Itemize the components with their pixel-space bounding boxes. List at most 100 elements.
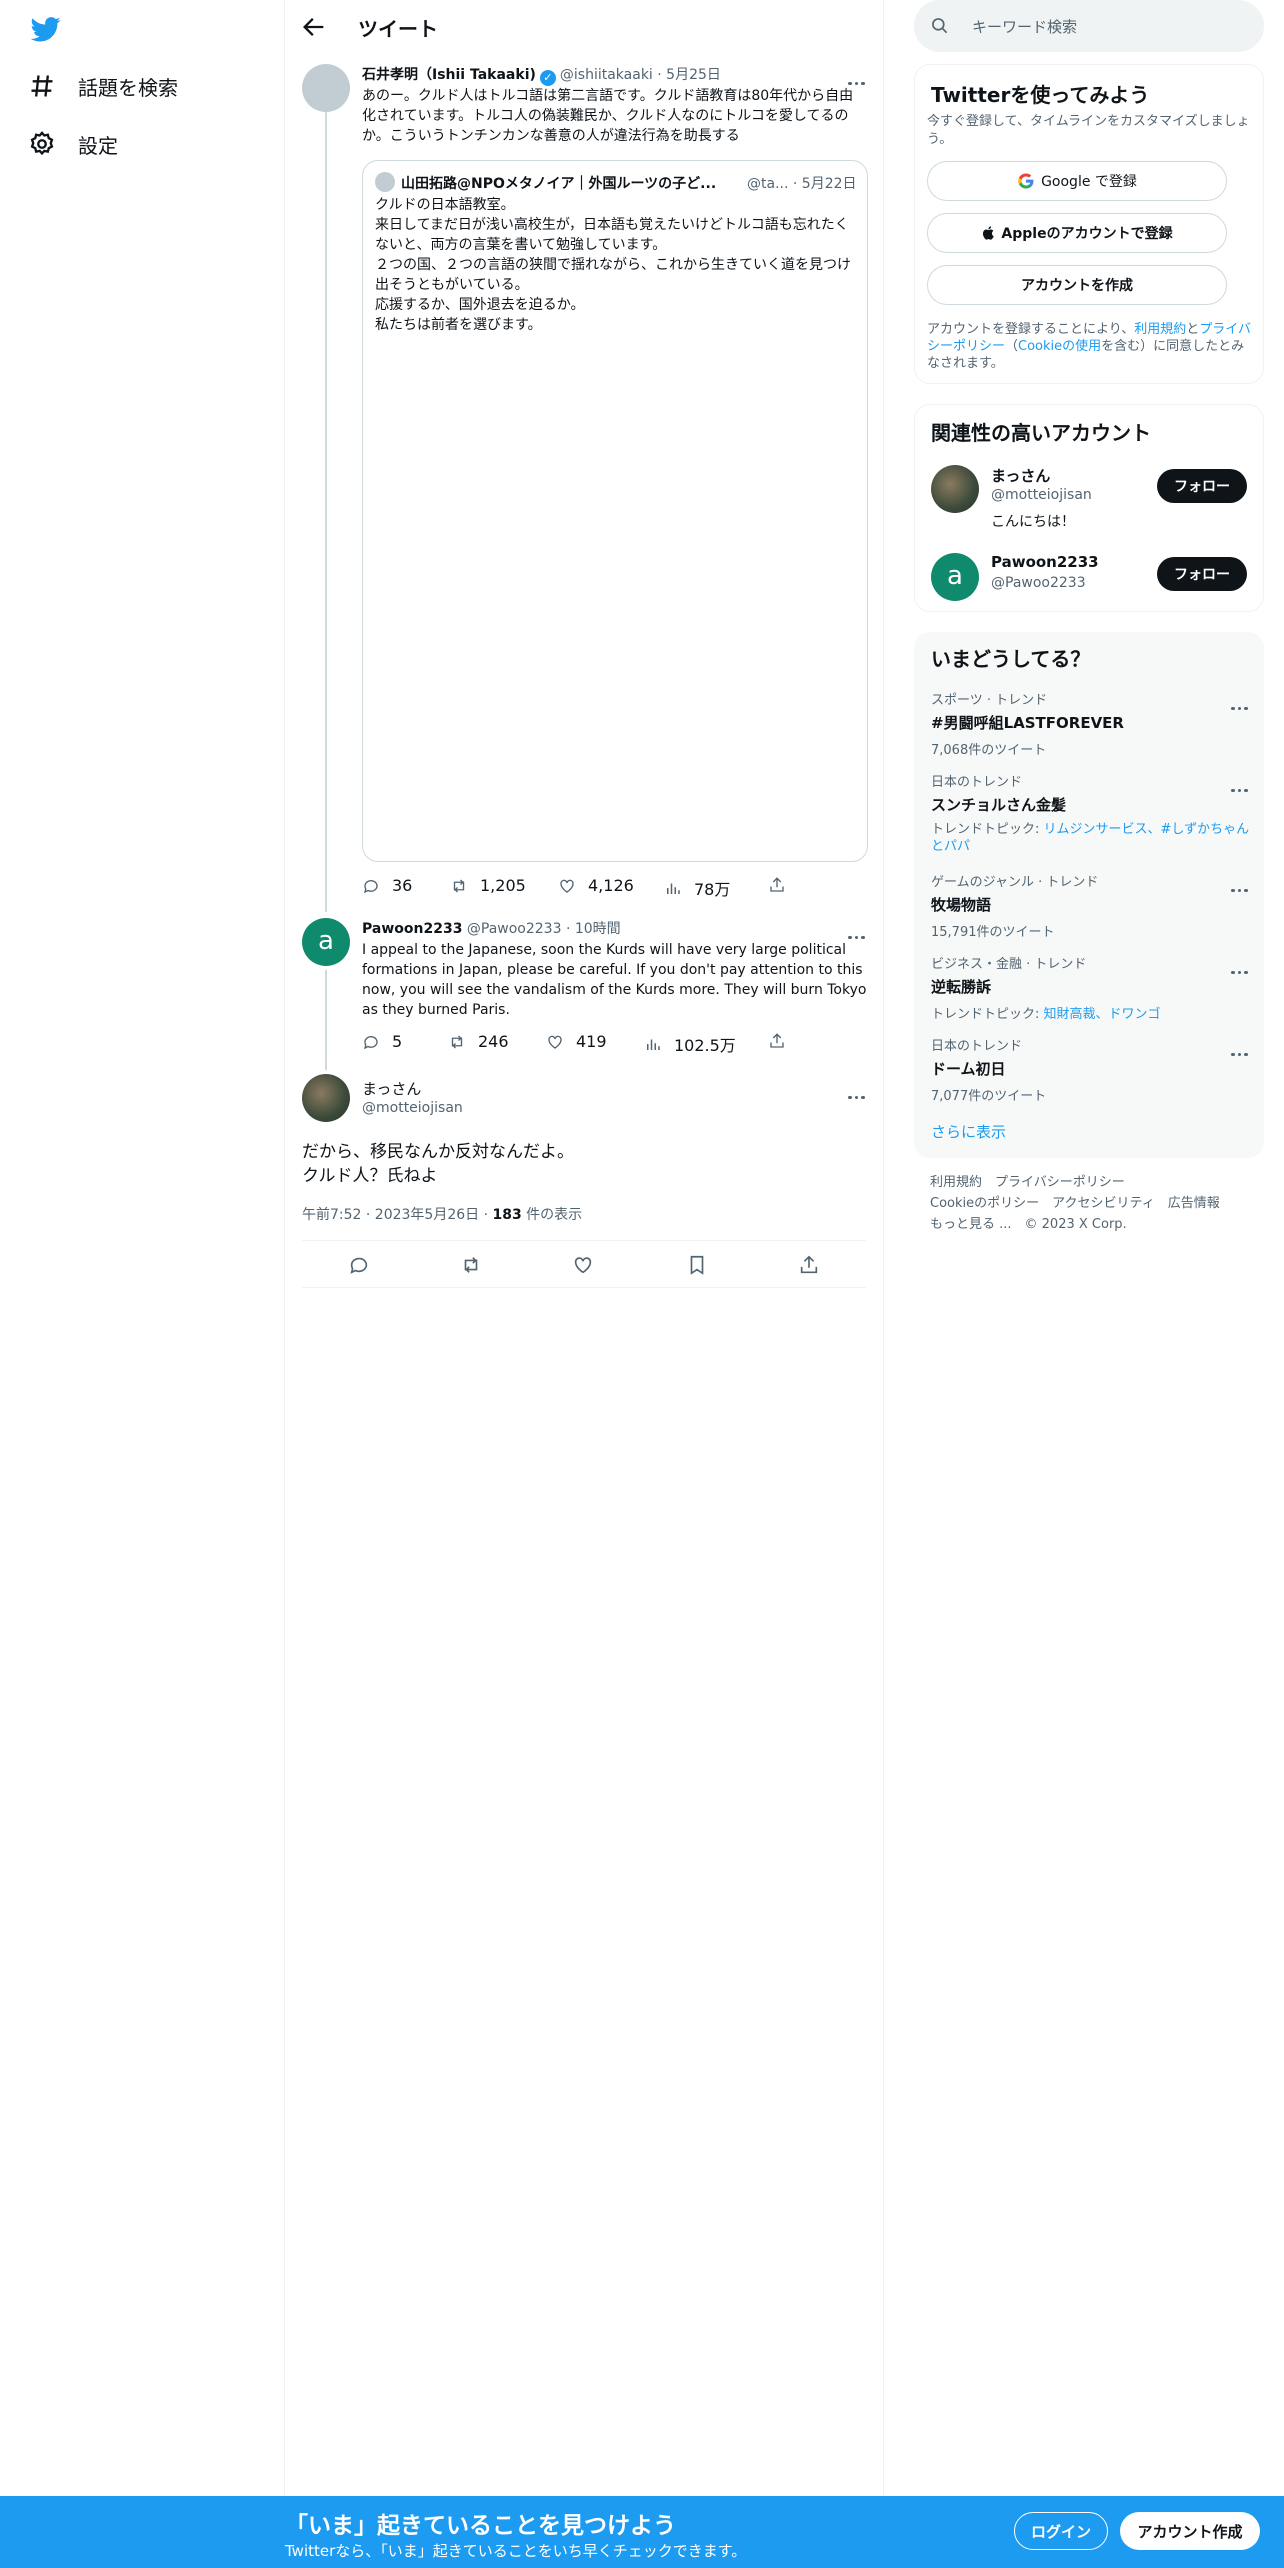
retweet-button[interactable]: 246: [448, 1032, 509, 1051]
retweet-button[interactable]: 1,205: [450, 876, 526, 895]
trend-title: 牧場物語: [931, 896, 992, 914]
cookie-link[interactable]: Cookieの使用: [1018, 339, 1101, 354]
views-button[interactable]: 102.5万: [644, 1032, 736, 1056]
more-options-icon[interactable]: [848, 70, 870, 85]
quoted-tweet[interactable]: 山田拓路@NPOメタノイア｜外国ルーツの子ど... @ta... · 5月22日…: [362, 160, 868, 862]
account-name[interactable]: まっさん: [991, 465, 1050, 486]
page-title: ツイート: [358, 17, 438, 41]
trend-item[interactable]: ビジネス・金融 · トレンド 逆転勝訴 トレンドトピック: 知財高裁、ドワンゴ: [931, 953, 1251, 1022]
create-account-button[interactable]: アカウントを作成: [927, 265, 1227, 305]
more-options-icon[interactable]: [848, 1084, 870, 1099]
views-count: 78万: [694, 880, 731, 899]
quoted-line: ２つの国、２つの言語の狭間で揺れながら、これから生きていく道を見つけ出そうともが…: [375, 257, 851, 293]
trend-item[interactable]: スポーツ · トレンド #男闘呼組LASTFOREVER 7,068件のツイート: [931, 689, 1251, 758]
footer-link-row[interactable]: Cookieのポリシー アクセシビリティ 広告情報: [930, 1193, 1260, 1214]
bookmark-icon[interactable]: [686, 1254, 708, 1276]
trend-title: #男闘呼組LASTFOREVER: [931, 714, 1124, 732]
quoted-author-handle: @ta...: [747, 176, 789, 192]
share-button[interactable]: [768, 876, 786, 894]
google-logo-icon: [1018, 173, 1034, 189]
reply-button[interactable]: 5: [362, 1032, 402, 1051]
author-handle[interactable]: @Pawoo2233: [467, 921, 562, 937]
quoted-text: クルドの日本語教室。 来日してまだ日が浅い高校生が，日本語も覚えたいけどトルコ語…: [375, 195, 859, 335]
avatar[interactable]: a: [931, 553, 979, 601]
search-input[interactable]: キーワード検索: [914, 0, 1264, 52]
thread-line: [325, 112, 327, 912]
share-icon: [770, 1033, 784, 1048]
footer-link-row[interactable]: 利用規約 プライバシーポリシー: [930, 1172, 1260, 1193]
hashtag-icon: [31, 75, 53, 97]
views-count: 102.5万: [674, 1036, 736, 1055]
footer-link-row[interactable]: もっと見る ... © 2023 X Corp.: [930, 1214, 1260, 1235]
views-chart-icon: [667, 883, 680, 894]
trend-topic-links[interactable]: 知財高裁、ドワンゴ: [1044, 1007, 1161, 1022]
back-arrow-icon[interactable]: [300, 13, 328, 41]
like-button[interactable]: 4,126: [558, 876, 634, 895]
trend-title: 逆転勝訴: [931, 978, 992, 996]
login-button[interactable]: ログイン: [1014, 2512, 1108, 2550]
views-count: 183: [492, 1207, 522, 1223]
account-bio: こんにちは！: [991, 514, 1075, 530]
main-author-handle[interactable]: @motteiojisan: [362, 1100, 463, 1116]
signup-button[interactable]: アカウント作成: [1120, 2512, 1260, 2550]
signup-title: Twitterを使ってみよう: [931, 83, 1150, 107]
follow-button[interactable]: フォロー: [1157, 469, 1247, 503]
avatar[interactable]: [302, 1074, 350, 1122]
account-name[interactable]: Pawoon2233: [991, 553, 1099, 571]
quoted-author-name: 山田拓路@NPOメタノイア｜外国ルーツの子ど...: [401, 176, 717, 192]
avatar[interactable]: a: [302, 918, 350, 966]
author-name[interactable]: Pawoon2233: [362, 921, 462, 937]
trend-topics: トレンドトピック: 知財高裁、ドワンゴ: [931, 1003, 1251, 1022]
more-options-icon[interactable]: [1231, 877, 1253, 892]
tweet-date[interactable]: 5月25日: [666, 67, 721, 83]
nav-settings[interactable]: 設定: [28, 124, 118, 164]
banner-title: 「いま」起きていることを見つけよう: [285, 2513, 676, 2539]
trend-item[interactable]: 日本のトレンド ドーム初日 7,077件のツイート: [931, 1035, 1251, 1104]
avatar[interactable]: [931, 465, 979, 513]
trend-item[interactable]: ゲームのジャンル · トレンド 牧場物語 15,791件のツイート: [931, 871, 1251, 940]
tweet-timestamp[interactable]: 午前7:52 · 2023年5月26日 ·: [302, 1207, 493, 1223]
follow-button[interactable]: フォロー: [1157, 557, 1247, 591]
trends-card: いまどうしてる？ スポーツ · トレンド #男闘呼組LASTFOREVER 7,…: [914, 632, 1264, 1158]
reply-button[interactable]: 36: [362, 876, 412, 895]
share-icon[interactable]: [798, 1254, 820, 1276]
retweet-icon[interactable]: [460, 1254, 482, 1276]
legal-text: と: [1186, 322, 1200, 337]
more-options-icon[interactable]: [1231, 1041, 1253, 1056]
apple-signup-button[interactable]: Appleのアカウントで登録: [927, 213, 1227, 253]
more-options-icon[interactable]: [1231, 695, 1253, 710]
more-options-icon[interactable]: [848, 924, 870, 939]
google-signup-button[interactable]: Google で登録: [927, 161, 1227, 201]
show-more-link[interactable]: さらに表示: [931, 1121, 1006, 1142]
terms-link[interactable]: 利用規約: [1134, 322, 1186, 337]
account-handle[interactable]: @motteiojisan: [991, 487, 1092, 503]
avatar[interactable]: [302, 64, 350, 112]
quoted-line: 応援するか、国外退去を迫るか。: [375, 297, 585, 313]
like-button[interactable]: 419: [546, 1032, 607, 1051]
more-options-icon[interactable]: [1231, 959, 1253, 974]
main-tweet-text: だから、移民なんか反対なんだよ。 クルド人？氏ねよ: [302, 1140, 862, 1188]
reply-icon[interactable]: [348, 1254, 370, 1276]
author-handle[interactable]: @ishiitakaaki: [560, 67, 653, 83]
bottom-signup-banner: 「いま」起きていることを見つけよう Twitterなら、「いま」起きていることを…: [0, 2496, 1284, 2568]
share-icon: [770, 877, 784, 892]
share-button[interactable]: [768, 1032, 786, 1050]
main-author-name[interactable]: まっさん: [362, 1078, 421, 1099]
more-options-icon[interactable]: [1231, 777, 1253, 792]
views-button[interactable]: 78万: [664, 876, 730, 900]
trend-item[interactable]: 日本のトレンド スンチョルさん金髪 トレンドトピック: リムジンサービス、#しず…: [931, 771, 1251, 855]
account-handle[interactable]: @Pawoo2233: [991, 575, 1086, 591]
author-name[interactable]: 石井孝明（Ishii Takaaki): [362, 67, 536, 83]
tweet-text: あのー。クルド人はトルコ語は第二言語です。クルド語教育は80年代から自由化されて…: [362, 88, 854, 144]
retweet-count: 246: [478, 1032, 509, 1051]
nav-explore[interactable]: 話題を検索: [28, 66, 178, 106]
heart-icon[interactable]: [572, 1254, 594, 1276]
footer-links: 利用規約 プライバシーポリシー Cookieのポリシー アクセシビリティ 広告情…: [930, 1172, 1260, 1235]
verified-badge-icon: ✓: [539, 70, 556, 86]
quoted-line: クルドの日本語教室。: [375, 197, 515, 213]
twitter-logo-icon[interactable]: [29, 14, 63, 44]
gear-icon: [30, 131, 54, 156]
tweet-date[interactable]: 10時間: [575, 921, 621, 937]
heart-icon: [548, 1035, 562, 1049]
left-navigation: 話題を検索 設定: [0, 0, 285, 2496]
